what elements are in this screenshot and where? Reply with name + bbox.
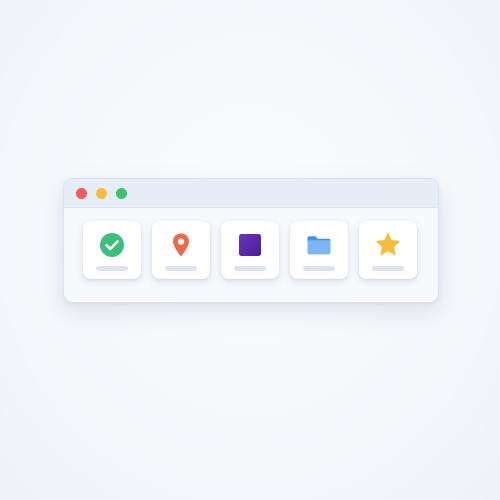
title-bar xyxy=(64,179,438,208)
folder-icon xyxy=(306,232,332,258)
app-window xyxy=(63,178,439,303)
icon-toolbar xyxy=(64,208,438,279)
tile-label-placeholder xyxy=(96,266,128,271)
maximize-dot-button[interactable] xyxy=(116,187,127,199)
star-icon xyxy=(375,232,401,258)
tile-label-placeholder xyxy=(165,266,197,271)
minimize-dot-button[interactable] xyxy=(96,187,107,199)
star-tile-button[interactable] xyxy=(359,221,417,279)
close-dot-button[interactable] xyxy=(76,187,87,199)
tile-label-placeholder xyxy=(372,266,404,271)
square-icon xyxy=(237,232,263,258)
map-pin-icon xyxy=(168,232,194,258)
page-background xyxy=(0,0,500,500)
square-tile-button[interactable] xyxy=(221,221,279,279)
check-tile-button[interactable] xyxy=(83,221,141,279)
tile-label-placeholder xyxy=(303,266,335,271)
tile-label-placeholder xyxy=(234,266,266,271)
folder-tile-button[interactable] xyxy=(290,221,348,279)
check-circle-icon xyxy=(99,232,125,258)
location-tile-button[interactable] xyxy=(152,221,210,279)
